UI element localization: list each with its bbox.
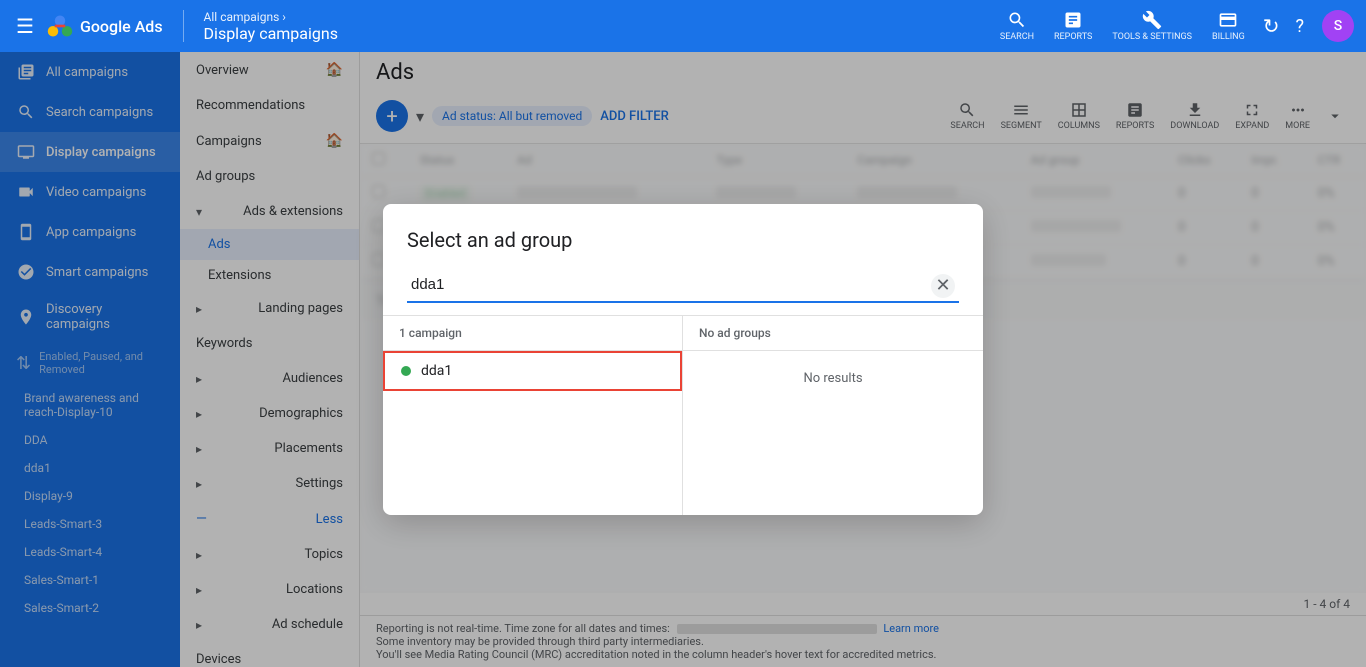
no-results-text: No results — [683, 351, 983, 406]
nav-left: ☰ Google Ads All campaigns › Display cam… — [12, 10, 338, 43]
top-navigation: ☰ Google Ads All campaigns › Display cam… — [0, 0, 1366, 52]
breadcrumb-parent[interactable]: All campaigns › — [204, 10, 338, 24]
modal-search-wrapper: ✕ — [407, 268, 959, 303]
app-logo: Google Ads — [46, 12, 163, 40]
modal-overlay[interactable]: Select an ad group ✕ 1 campaign dda1 No … — [0, 52, 1366, 667]
nav-divider — [183, 10, 184, 42]
modal-title: Select an ad group — [407, 228, 959, 252]
modal-campaigns-panel: 1 campaign dda1 — [383, 316, 683, 515]
modal-search-input[interactable] — [407, 268, 959, 303]
modal-search-row: ✕ — [383, 268, 983, 315]
search-nav-btn[interactable]: SEARCH — [992, 6, 1042, 46]
modal-campaigns-header: 1 campaign — [383, 316, 682, 351]
breadcrumb-current: Display campaigns — [204, 24, 338, 43]
reports-nav-btn[interactable]: REPORTS — [1046, 6, 1100, 46]
menu-icon[interactable]: ☰ — [12, 10, 38, 42]
modal-adgroups-header: No ad groups — [683, 316, 983, 351]
google-ads-logo-icon — [46, 12, 74, 40]
refresh-btn[interactable]: ↻ — [1257, 8, 1286, 44]
campaign-status-dot — [401, 366, 411, 376]
billing-nav-btn[interactable]: BILLING — [1204, 6, 1253, 46]
tools-nav-btn[interactable]: TOOLS & SETTINGS — [1104, 6, 1200, 46]
breadcrumb: All campaigns › Display campaigns — [204, 10, 338, 43]
help-btn[interactable]: ? — [1289, 10, 1310, 43]
modal-clear-button[interactable]: ✕ — [931, 274, 955, 298]
modal-adgroups-panel: No ad groups No results — [683, 316, 983, 515]
app-name: Google Ads — [80, 17, 163, 36]
campaign-name: dda1 — [421, 363, 452, 379]
select-ad-group-modal: Select an ad group ✕ 1 campaign dda1 No … — [383, 204, 983, 515]
modal-campaign-item[interactable]: dda1 — [383, 351, 682, 391]
modal-body: 1 campaign dda1 No ad groups No results — [383, 315, 983, 515]
modal-header: Select an ad group — [383, 204, 983, 268]
avatar[interactable]: S — [1322, 10, 1354, 42]
nav-right: SEARCH REPORTS TOOLS & SETTINGS BILLING … — [992, 6, 1354, 46]
